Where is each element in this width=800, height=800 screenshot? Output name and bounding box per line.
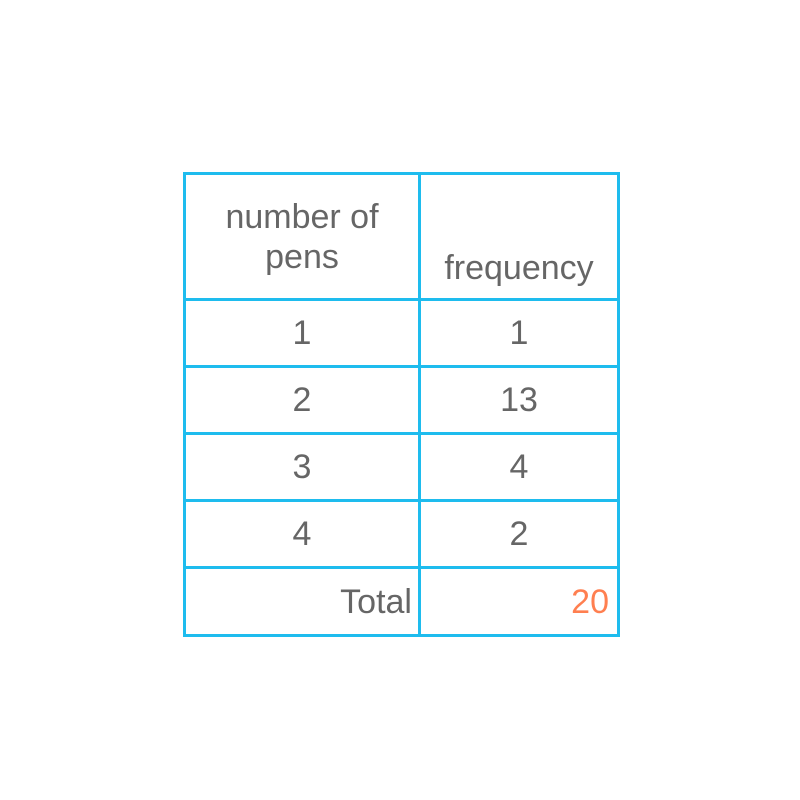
header-line: number of [225,197,379,236]
total-row: Total 20 [183,566,620,637]
table-row: 4 2 [183,499,620,569]
pens-cell: 1 [183,298,421,368]
frequency-cell: 1 [418,298,620,368]
frequency-table: number of pens frequency 1 1 2 13 3 4 4 … [183,172,620,637]
header-row: number of pens frequency [183,172,620,301]
header-frequency: frequency [418,172,620,301]
pens-cell: 2 [183,365,421,435]
table-row: 3 4 [183,432,620,502]
frequency-cell: 4 [418,432,620,502]
frequency-cell: 2 [418,499,620,569]
frequency-cell: 13 [418,365,620,435]
table-row: 2 13 [183,365,620,435]
table-row: 1 1 [183,298,620,368]
pens-cell: 4 [183,499,421,569]
pens-cell: 3 [183,432,421,502]
total-label: Total [183,566,421,637]
header-line: pens [265,237,339,276]
total-value: 20 [418,566,620,637]
header-number-of-pens: number of pens [183,172,421,301]
